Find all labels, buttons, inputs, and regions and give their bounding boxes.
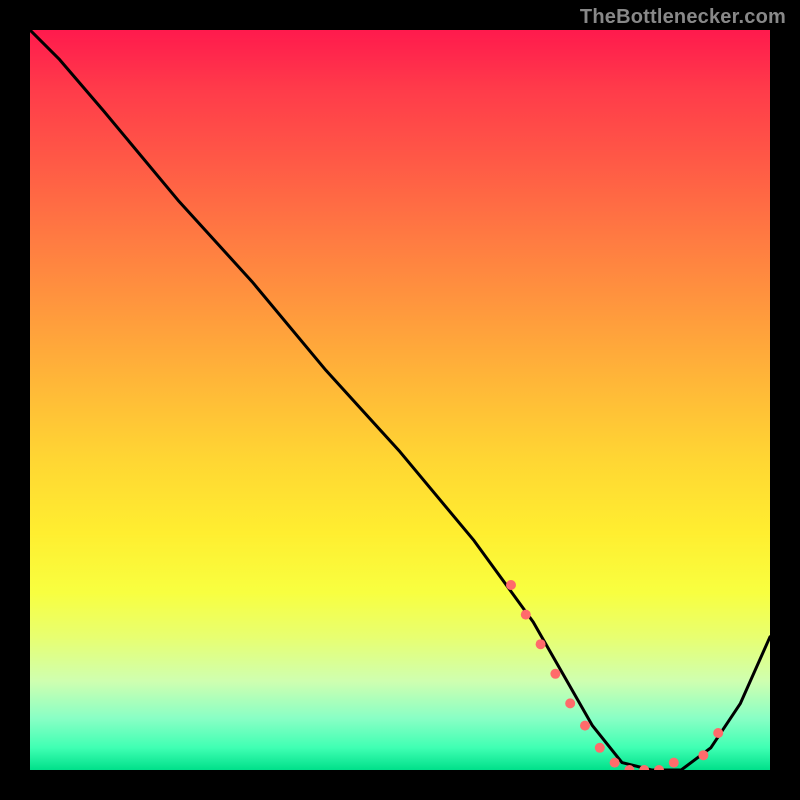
highlight-dot	[506, 580, 516, 590]
highlight-dot	[610, 758, 620, 768]
highlight-dot	[713, 728, 723, 738]
highlight-dots-group	[506, 580, 723, 770]
highlight-dot	[595, 743, 605, 753]
highlight-dot	[536, 639, 546, 649]
highlight-dot	[580, 721, 590, 731]
chart-overlay-svg	[30, 30, 770, 770]
chart-stage: TheBottlenecker.com	[0, 0, 800, 800]
highlight-dot	[669, 758, 679, 768]
highlight-dot	[550, 669, 560, 679]
highlight-dot	[698, 750, 708, 760]
plot-area	[30, 30, 770, 770]
highlight-dot	[565, 698, 575, 708]
highlight-dot	[521, 610, 531, 620]
watermark-text: TheBottlenecker.com	[580, 6, 786, 29]
highlight-dot	[654, 765, 664, 770]
bottleneck-curve	[30, 30, 770, 770]
